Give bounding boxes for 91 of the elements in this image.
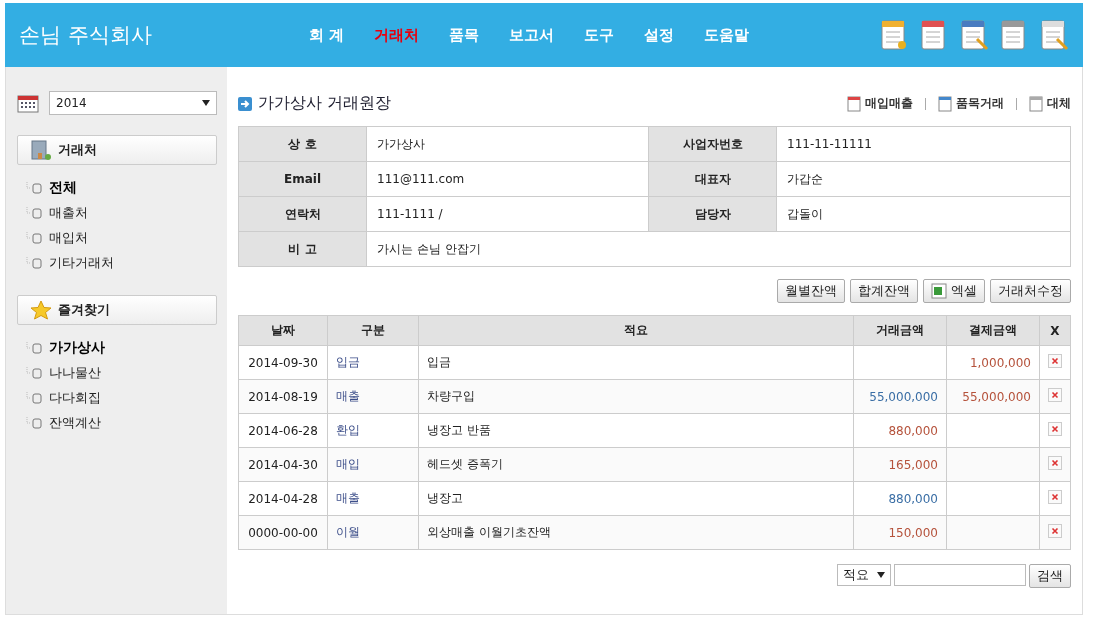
delete-icon[interactable] [1048, 524, 1062, 538]
star-icon [30, 300, 52, 320]
year-select[interactable]: 2014 [49, 91, 217, 115]
tree-node-icon [25, 231, 45, 244]
action-button[interactable]: 합계잔액 [850, 279, 918, 303]
field-value: 111@111.com [366, 161, 649, 197]
delete-icon[interactable] [1048, 354, 1062, 368]
tree-node-icon [25, 416, 45, 429]
tree-node-icon [25, 206, 45, 219]
link[interactable]: 매입매출 [865, 95, 913, 112]
sidebar-item[interactable]: 나나물산 [49, 363, 101, 382]
company-title: 손님 주식회사 [19, 22, 153, 49]
amount-text: 165,000 [888, 457, 938, 472]
column-header: 날짜 [238, 315, 328, 346]
search-button[interactable]: 검색 [1029, 564, 1071, 588]
notepad-pencil-icon[interactable] [1039, 19, 1069, 51]
table-cell: 냉장고 [418, 481, 854, 516]
field-value: 111-11-11111 [776, 126, 1071, 162]
field-value: 111-1111 / [366, 196, 649, 232]
table-cell: 2014-08-19 [238, 379, 328, 414]
sidebar-item[interactable]: 매입처 [49, 228, 88, 247]
table-cell: 외상매출 이월기초잔액 [418, 515, 854, 550]
table-cell: 이월 [327, 515, 419, 550]
search-field-select[interactable]: 적요 [837, 564, 891, 586]
action-button[interactable]: 거래처수정 [990, 279, 1071, 303]
spreadsheet-icon [931, 283, 947, 299]
table-cell: 매입 [327, 447, 419, 482]
caret-icon [202, 100, 210, 106]
field-label: Email [238, 161, 367, 197]
sidebar-item[interactable]: 다다회집 [49, 388, 101, 407]
amount-text: 150,000 [888, 525, 938, 540]
amount-text: 55,000,000 [869, 389, 938, 404]
search-input[interactable] [894, 564, 1026, 586]
amount-text: 880,000 [888, 423, 938, 438]
amount-text: 880,000 [888, 491, 938, 506]
tree-node-icon [25, 181, 45, 194]
tree-node-icon [25, 391, 45, 404]
delete-icon[interactable] [1048, 456, 1062, 470]
column-header: 구분 [327, 315, 419, 346]
field-label: 사업자번호 [648, 126, 777, 162]
sidebar-item[interactable]: 잔액계산 [49, 413, 101, 432]
table-cell: 매출 [327, 379, 419, 414]
field-label: 담당자 [648, 196, 777, 232]
field-label: 상 호 [238, 126, 367, 162]
sidebar-item[interactable]: 기타거래처 [49, 253, 114, 272]
tree-node-icon [25, 256, 45, 269]
sidebar-item[interactable]: 매출처 [49, 203, 88, 222]
section-header: 거래처 [17, 135, 217, 165]
delete-icon[interactable] [1048, 422, 1062, 436]
field-value: 갑돌이 [776, 196, 1071, 232]
building-icon [30, 140, 52, 160]
sidebar-item[interactable]: 가가상사 [49, 338, 105, 357]
delete-icon[interactable] [1048, 388, 1062, 402]
field-value: 가가상사 [366, 126, 649, 162]
field-label: 비 고 [238, 231, 367, 267]
table-cell: 환입 [327, 413, 419, 448]
page-title: 가가상사 거래원장 [258, 93, 392, 114]
amount-text: 55,000,000 [962, 389, 1031, 404]
ledger-coins-icon[interactable] [879, 19, 909, 51]
delete-icon[interactable] [1048, 490, 1062, 504]
table-cell: 0000-00-00 [238, 515, 328, 550]
caret-icon [877, 572, 885, 578]
tree-node-icon [25, 341, 45, 354]
field-value: 가갑순 [776, 161, 1071, 197]
column-header: 적요 [418, 315, 854, 346]
column-header: X [1039, 315, 1071, 346]
table-cell: 입금 [327, 345, 419, 380]
table-cell: 입금 [418, 345, 854, 380]
link[interactable]: 대체 [1047, 95, 1071, 112]
amount-text: 1,000,000 [969, 355, 1031, 370]
table-cell: 차량구입 [418, 379, 854, 414]
action-button[interactable]: 엑셀 [923, 279, 985, 303]
section-header: 즐겨찾기 [17, 295, 217, 325]
link[interactable]: 품목거래 [956, 95, 1004, 112]
table-cell: 2014-06-28 [238, 413, 328, 448]
table-cell: 2014-09-30 [238, 345, 328, 380]
calendar-icon [17, 93, 39, 113]
table-cell: 헤드셋 증폭기 [418, 447, 854, 482]
field-label: 대표자 [648, 161, 777, 197]
field-value: 가시는 손님 안잡기 [366, 231, 1071, 267]
tree-node-icon [25, 366, 45, 379]
table-cell: 매출 [327, 481, 419, 516]
action-button[interactable]: 월별잔액 [777, 279, 845, 303]
table-cell: 냉장고 반품 [418, 413, 854, 448]
arrow-right-icon [238, 96, 252, 111]
table-cell: 2014-04-28 [238, 481, 328, 516]
table-cell: 2014-04-30 [238, 447, 328, 482]
column-header: 결제금액 [946, 315, 1040, 346]
sidebar-item[interactable]: 전체 [49, 178, 77, 197]
field-label: 연락처 [238, 196, 367, 232]
column-header: 거래금액 [853, 315, 947, 346]
